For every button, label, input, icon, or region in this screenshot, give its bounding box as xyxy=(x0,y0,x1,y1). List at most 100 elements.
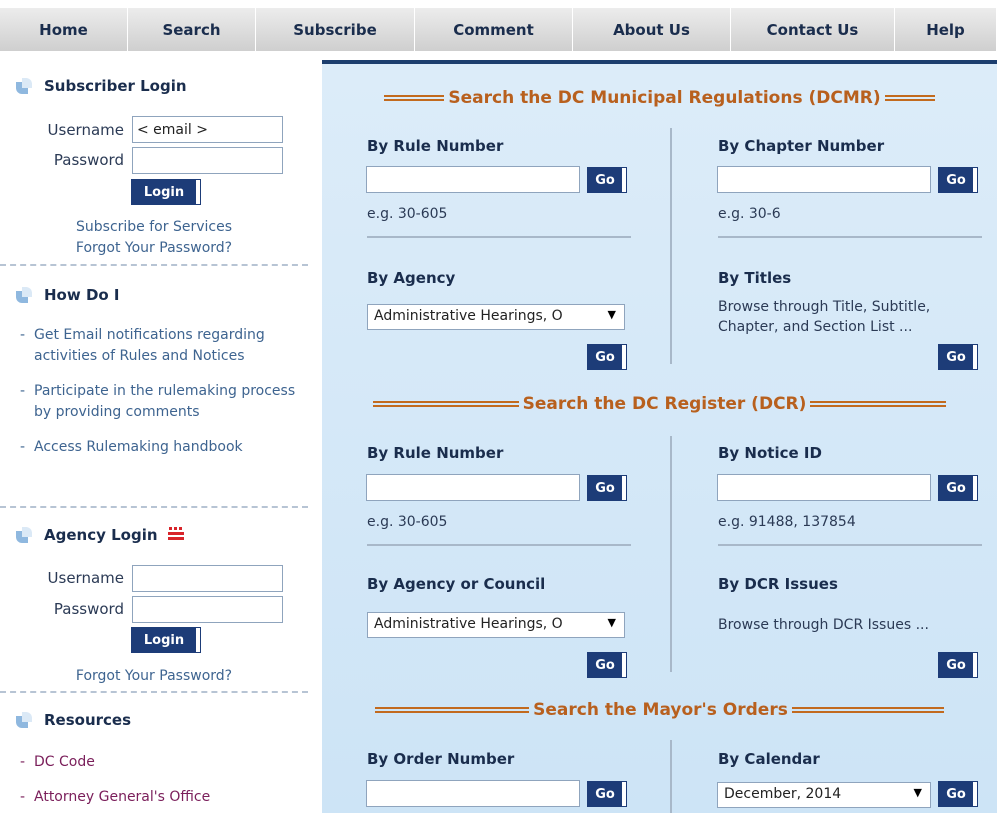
dcmr-rule-go-button[interactable]: Go xyxy=(587,167,627,193)
list-item[interactable]: Get Email notifications regarding activi… xyxy=(20,325,298,367)
dcr-by-notice-label: By Notice ID xyxy=(718,444,822,462)
column-separator xyxy=(670,740,672,813)
rule-divider xyxy=(367,236,631,238)
subscriber-login-header: Subscriber Login xyxy=(16,77,187,95)
dcmr-chapter-go-button[interactable]: Go xyxy=(938,167,978,193)
list-item[interactable]: Access Rulemaking handbook xyxy=(20,437,298,458)
divider xyxy=(0,264,308,266)
nav-home[interactable]: Home xyxy=(0,8,128,51)
nav-contact-us[interactable]: Contact Us xyxy=(731,8,895,51)
dcr-notice-go-button[interactable]: Go xyxy=(938,475,978,501)
agency-login-button[interactable]: Login xyxy=(131,627,201,653)
resource-link-attorney-general[interactable]: Attorney General's Office xyxy=(20,787,210,808)
mayors-by-order-label: By Order Number xyxy=(367,750,515,768)
rule-divider xyxy=(718,236,982,238)
divider xyxy=(0,691,308,693)
top-nav: Home Search Subscribe Comment About Us C… xyxy=(0,0,997,52)
section-bullet-icon xyxy=(16,526,34,544)
username-label: Username xyxy=(47,121,124,139)
dcr-title-text: Search the DC Register (DCR) xyxy=(522,394,807,414)
rule-divider xyxy=(718,544,982,546)
resource-link-dc-code[interactable]: DC Code xyxy=(20,752,210,773)
sidebar: Subscriber Login Username Password Login… xyxy=(0,52,308,813)
dcmr-agency-go-button[interactable]: Go xyxy=(587,344,627,370)
mayors-calendar-go-button[interactable]: Go xyxy=(938,781,978,807)
dcr-agency-go-button[interactable]: Go xyxy=(587,652,627,678)
nav-search[interactable]: Search xyxy=(128,8,256,51)
agency-login-header: Agency Login xyxy=(16,526,184,544)
nav-subscribe[interactable]: Subscribe xyxy=(256,8,415,51)
dcmr-rule-hint: e.g. 30-605 xyxy=(367,206,448,222)
dcr-rule-go-button[interactable]: Go xyxy=(587,475,627,501)
subscriber-login-button[interactable]: Login xyxy=(131,179,201,205)
dcr-agency-selected: Administrative Hearings, O xyxy=(374,616,563,632)
resources-header: Resources xyxy=(16,711,131,729)
dcr-by-rule-label: By Rule Number xyxy=(367,444,504,462)
agency-username-input[interactable] xyxy=(132,565,283,592)
dcmr-title-text: Search the DC Municipal Regulations (DCM… xyxy=(448,88,881,108)
section-bullet-icon xyxy=(16,77,34,95)
username-label: Username xyxy=(47,569,124,587)
dcmr-by-titles-label: By Titles xyxy=(718,269,792,287)
agency-forgot-password-link[interactable]: Forgot Your Password? xyxy=(0,668,308,684)
password-label: Password xyxy=(53,151,124,169)
dcr-notice-id-input[interactable] xyxy=(717,474,931,501)
dcmr-by-agency-label: By Agency xyxy=(367,269,456,287)
agency-login-title: Agency Login xyxy=(44,526,158,544)
column-separator xyxy=(670,436,672,672)
dcmr-chapter-number-input[interactable] xyxy=(717,166,931,193)
search-panel: Search the DC Municipal Regulations (DCM… xyxy=(322,60,997,813)
subscribe-for-services-link[interactable]: Subscribe for Services xyxy=(0,219,308,235)
title-rule xyxy=(375,707,530,713)
mayors-title-text: Search the Mayor's Orders xyxy=(533,700,788,720)
how-do-i-title: How Do I xyxy=(44,286,120,304)
nav-help[interactable]: Help xyxy=(895,8,997,51)
password-label: Password xyxy=(53,600,124,618)
dcr-issues-description[interactable]: Browse through DCR Issues ... xyxy=(718,615,986,635)
dcr-rule-hint: e.g. 30-605 xyxy=(367,514,448,530)
agency-password-input[interactable] xyxy=(132,596,283,623)
section-bullet-icon xyxy=(16,711,34,729)
dcmr-titles-description[interactable]: Browse through Title, Subtitle, Chapter,… xyxy=(718,297,986,337)
list-item[interactable]: Participate in the rulemaking process by… xyxy=(20,381,298,423)
dcmr-rule-number-input[interactable] xyxy=(366,166,580,193)
nav-comment[interactable]: Comment xyxy=(415,8,573,51)
dcmr-agency-selected: Administrative Hearings, O xyxy=(374,308,563,324)
dcr-issues-go-button[interactable]: Go xyxy=(938,652,978,678)
title-rule xyxy=(384,95,445,101)
mayors-by-calendar-label: By Calendar xyxy=(718,750,820,768)
dcmr-section-title: Search the DC Municipal Regulations (DCM… xyxy=(322,88,997,108)
how-do-i-list: Get Email notifications regarding activi… xyxy=(20,325,298,472)
forgot-password-link[interactable]: Forgot Your Password? xyxy=(0,240,308,256)
mayors-order-number-input[interactable] xyxy=(366,780,580,807)
dcr-by-agency-label: By Agency or Council xyxy=(367,575,546,593)
column-separator xyxy=(670,128,672,364)
dcmr-by-chapter-label: By Chapter Number xyxy=(718,137,885,155)
dcmr-chapter-hint: e.g. 30-6 xyxy=(718,206,781,222)
resources-title: Resources xyxy=(44,711,132,729)
dropdown-arrow-icon: ▼ xyxy=(607,308,616,321)
dcmr-agency-select[interactable]: Administrative Hearings, O ▼ xyxy=(367,304,625,330)
dcr-agency-select[interactable]: Administrative Hearings, O ▼ xyxy=(367,612,625,638)
subscriber-login-title: Subscriber Login xyxy=(44,77,187,95)
mayors-order-go-button[interactable]: Go xyxy=(587,781,627,807)
section-bullet-icon xyxy=(16,286,34,304)
subscriber-username-input[interactable] xyxy=(132,116,283,143)
dcr-rule-number-input[interactable] xyxy=(366,474,580,501)
dcr-by-issues-label: By DCR Issues xyxy=(718,575,838,593)
dcr-notice-hint: e.g. 91488, 137854 xyxy=(718,514,856,530)
dcmr-titles-go-button[interactable]: Go xyxy=(938,344,978,370)
title-rule xyxy=(884,95,935,101)
title-rule xyxy=(791,707,944,713)
dcr-section-title: Search the DC Register (DCR) xyxy=(322,394,997,414)
dcmr-by-rule-label: By Rule Number xyxy=(367,137,504,155)
mayors-orders-section-title: Search the Mayor's Orders xyxy=(322,700,997,720)
dropdown-arrow-icon: ▼ xyxy=(607,616,616,629)
mayors-calendar-select[interactable]: December, 2014 ▼ xyxy=(717,782,931,808)
dropdown-arrow-icon: ▼ xyxy=(913,786,922,799)
subscriber-password-input[interactable] xyxy=(132,147,283,174)
rule-divider xyxy=(367,544,631,546)
divider xyxy=(0,506,308,508)
nav-about-us[interactable]: About Us xyxy=(573,8,731,51)
title-rule xyxy=(810,401,947,407)
